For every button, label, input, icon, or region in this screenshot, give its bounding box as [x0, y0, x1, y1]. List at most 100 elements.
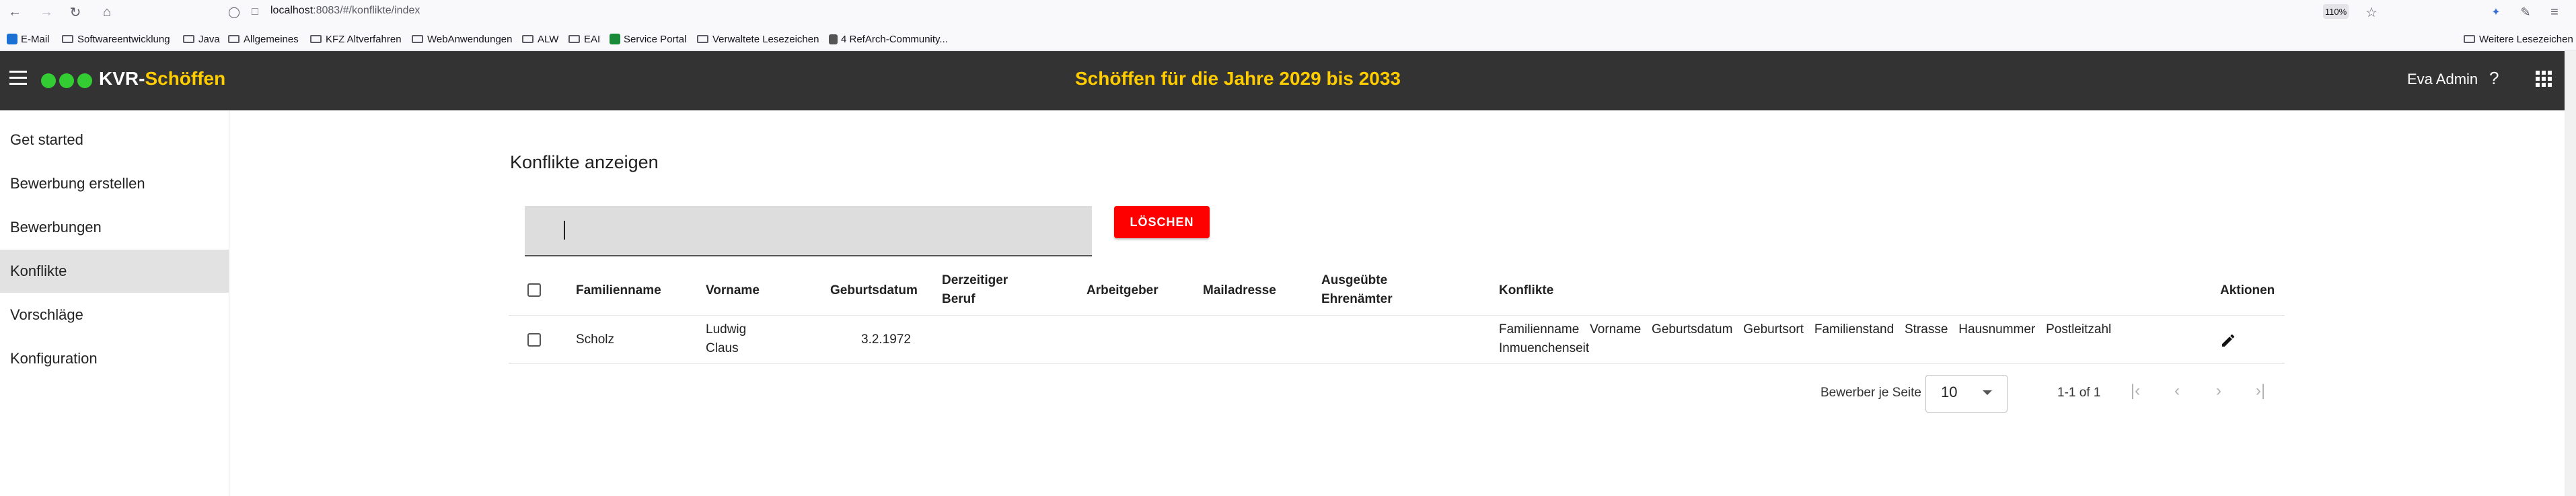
chevron-down-icon: [1983, 390, 1992, 395]
sidebar-item-vorschlaege[interactable]: Vorschläge: [0, 293, 229, 336]
table-divider: [509, 315, 2285, 316]
sidebar-item-konflikte[interactable]: Konflikte: [0, 250, 229, 293]
user-name[interactable]: Eva Admin: [2407, 71, 2478, 88]
brand-accent: Schöffen: [145, 68, 226, 89]
cell-familienname: Scholz: [576, 332, 615, 347]
sidebar-item-label: Vorschläge: [10, 306, 83, 323]
hamburger-menu-icon[interactable]: [9, 71, 27, 85]
brand-dot-icon: [77, 73, 92, 88]
forward-icon[interactable]: →: [37, 3, 56, 22]
column-header-arbeitgeber[interactable]: Arbeitgeber: [1087, 281, 1158, 300]
url-path: :8083/#/konflikte/index: [313, 5, 420, 16]
select-all-checkbox[interactable]: [527, 283, 541, 297]
bookmark-softwareentwicklung[interactable]: Softwareentwicklung: [62, 32, 170, 46]
zoom-level[interactable]: 110%: [2323, 4, 2349, 19]
column-header-geburtsdatum[interactable]: Geburtsdatum: [830, 281, 918, 300]
bookmark-allgemeines[interactable]: Allgemeines: [228, 32, 299, 46]
back-icon[interactable]: ←: [5, 3, 24, 22]
table-divider: [509, 363, 2285, 364]
bookmark-java[interactable]: Java: [183, 32, 220, 46]
sidebar-item-bewerbung-erstellen[interactable]: Bewerbung erstellen: [0, 162, 229, 205]
bookmark-kfz-altverfahren[interactable]: KFZ Altverfahren: [310, 32, 402, 46]
cell-vorname: Ludwig Claus: [706, 320, 746, 358]
folder-icon: [697, 35, 708, 43]
page-info-icon[interactable]: □: [246, 3, 264, 22]
sidebar-item-label: Get started: [10, 131, 83, 148]
bookmark-email[interactable]: E-Mail: [7, 32, 50, 46]
bookmark-label: Java: [198, 33, 220, 45]
text-cursor: [564, 221, 565, 240]
page-icon: [829, 34, 838, 44]
bookmark-alw[interactable]: ALW: [522, 32, 558, 46]
extension-icon[interactable]: ✦: [2487, 3, 2505, 22]
bookmark-star-icon[interactable]: ☆: [2362, 3, 2381, 22]
column-header-aktionen: Aktionen: [2220, 283, 2275, 297]
column-header-konflikte[interactable]: Konflikte: [1499, 281, 1553, 300]
folder-icon: [310, 35, 322, 43]
search-input[interactable]: [525, 206, 1092, 256]
bookmark-label: E-Mail: [21, 33, 50, 45]
last-page-icon[interactable]: ›|: [2251, 382, 2270, 400]
per-page-value: 10: [1941, 384, 1958, 400]
bookmark-service-portal[interactable]: Service Portal: [610, 32, 686, 46]
first-page-icon[interactable]: |‹: [2126, 382, 2145, 400]
bookmark-label: Service Portal: [624, 33, 687, 45]
column-header-beruf[interactable]: Derzeitiger Beruf: [942, 271, 1008, 309]
page-scrollbar[interactable]: [2565, 51, 2576, 496]
brand-dot-icon: [41, 73, 56, 88]
bookmark-label: KFZ Altverfahren: [326, 33, 402, 45]
bookmark-label: Softwareentwicklung: [77, 33, 170, 45]
row-checkbox[interactable]: [527, 333, 541, 347]
brand-prefix: KVR-: [99, 68, 145, 89]
bookmark-label: WebAnwendungen: [427, 33, 513, 45]
folder-icon: [2464, 35, 2475, 43]
column-header-familienname[interactable]: Familienname: [576, 281, 661, 300]
folder-icon: [183, 35, 194, 43]
bookmark-label: Allgemeines: [244, 33, 299, 45]
app-brand[interactable]: KVR-Schöffen: [99, 68, 225, 90]
column-header-vorname[interactable]: Vorname: [706, 281, 760, 300]
edit-pencil-icon[interactable]: [2220, 332, 2236, 349]
other-bookmarks-label: Weitere Lesezeichen: [2479, 33, 2573, 45]
url-bar[interactable]: localhost:8083/#/konflikte/index: [270, 5, 420, 17]
cell-line: Claus: [706, 341, 739, 355]
bookmark-refarch-community[interactable]: 4 RefArch-Community...: [829, 32, 948, 46]
previous-page-icon[interactable]: ‹: [2168, 382, 2186, 400]
folder-icon: [62, 35, 73, 43]
next-page-icon[interactable]: ›: [2209, 382, 2228, 400]
url-host: localhost: [270, 5, 314, 16]
sidebar-item-label: Bewerbungen: [10, 219, 102, 236]
folder-icon: [568, 35, 580, 43]
sidebar-item-get-started[interactable]: Get started: [0, 118, 229, 162]
cell-line: Familienname Vorname Geburtsdatum Geburt…: [1499, 322, 2112, 336]
page-range: 1-1 of 1: [2057, 386, 2101, 400]
bookmark-verwaltete-lesezeichen[interactable]: Verwaltete Lesezeichen: [697, 32, 819, 46]
per-page-label: Bewerber je Seite: [1820, 386, 1921, 400]
bookmark-label: ALW: [538, 33, 559, 45]
cell-konflikte: Familienname Vorname Geburtsdatum Geburt…: [1499, 320, 2111, 358]
header-title: Schöffen für die Jahre 2029 bis 2033: [1075, 68, 1401, 89]
column-header-ehrenaemter[interactable]: Ausgeübte Ehrenämter: [1321, 271, 1393, 309]
extensions-puzzle-icon[interactable]: ✎: [2516, 3, 2535, 22]
column-header-line: Ausgeübte: [1321, 273, 1388, 287]
shield-icon[interactable]: ◯: [225, 3, 244, 22]
sidebar-item-label: Konfiguration: [10, 350, 98, 367]
column-header-mailadresse[interactable]: Mailadresse: [1203, 281, 1276, 300]
outlook-icon: [7, 34, 17, 44]
reload-icon[interactable]: ↻: [66, 3, 85, 22]
bookmark-webanwendungen[interactable]: WebAnwendungen: [412, 32, 513, 46]
sidebar-item-label: Konflikte: [10, 262, 67, 279]
sidebar-item-konfiguration[interactable]: Konfiguration: [0, 337, 229, 380]
bookmark-eai[interactable]: EAI: [568, 32, 600, 46]
delete-button[interactable]: LÖSCHEN: [1114, 206, 1210, 238]
per-page-select[interactable]: [1925, 375, 2008, 413]
sidebar-item-bewerbungen[interactable]: Bewerbungen: [0, 206, 229, 249]
folder-icon: [522, 35, 533, 43]
home-icon[interactable]: ⌂: [98, 3, 116, 22]
folder-icon: [412, 35, 423, 43]
cell-geburtsdatum: 3.2.1972: [861, 332, 911, 347]
help-icon[interactable]: ?: [2489, 68, 2499, 89]
menu-icon[interactable]: ≡: [2545, 3, 2564, 22]
apps-grid-icon[interactable]: [2536, 71, 2552, 87]
other-bookmarks[interactable]: Weitere Lesezeichen: [2464, 32, 2573, 46]
